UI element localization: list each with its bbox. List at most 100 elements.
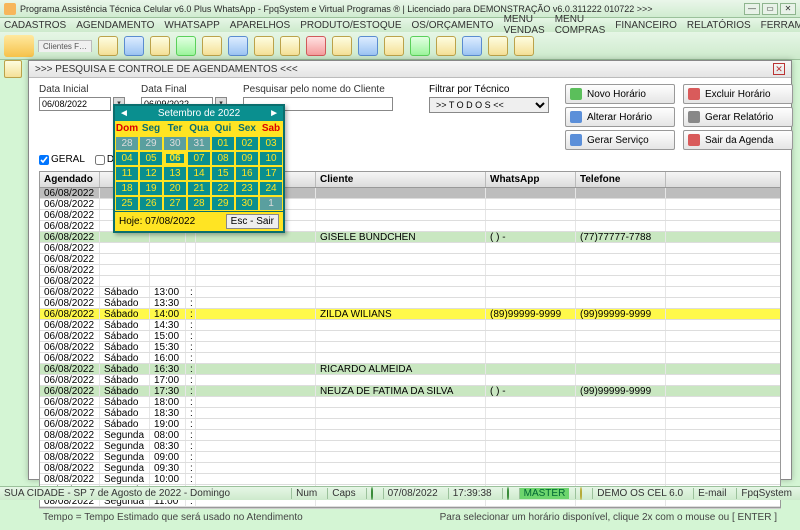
menu-whatsapp[interactable]: WHATSAPP	[164, 20, 219, 31]
excluir-horario-button[interactable]: Excluir Horário	[683, 84, 793, 104]
table-row[interactable]: 06/08/2022	[40, 265, 780, 276]
calendar-day[interactable]: 31	[188, 137, 210, 150]
toolbar-btn-3[interactable]	[150, 36, 170, 56]
calendar-day[interactable]: 29	[212, 197, 234, 210]
table-row[interactable]: 06/08/2022Sábado13:30:	[40, 298, 780, 309]
col-cliente[interactable]: Cliente	[316, 172, 486, 187]
table-row[interactable]: 06/08/2022Sábado16:00:	[40, 353, 780, 364]
calendar-day[interactable]: 05	[140, 152, 162, 165]
menu-os/orçamento[interactable]: OS/ORÇAMENTO	[412, 20, 494, 31]
calendar-day[interactable]: 28	[188, 197, 210, 210]
calendar-day[interactable]: 30	[236, 197, 258, 210]
table-row[interactable]: 06/08/2022	[40, 276, 780, 287]
calendar-prev-button[interactable]: ◄	[119, 108, 129, 119]
filter-tecnico-select[interactable]: >> T O D O S <<	[429, 97, 549, 113]
menu-financeiro[interactable]: FINANCEIRO	[615, 20, 677, 31]
gerar-servico-button[interactable]: Gerar Serviço	[565, 130, 675, 150]
table-row[interactable]: 08/08/2022Segunda10:00:	[40, 474, 780, 485]
table-row[interactable]: 06/08/2022Sábado14:30:	[40, 320, 780, 331]
table-row[interactable]: 06/08/2022Sábado19:00:	[40, 419, 780, 430]
chk-geral-input[interactable]	[39, 155, 49, 165]
calendar-day[interactable]: 17	[260, 167, 282, 180]
table-row[interactable]: 06/08/2022Sábado18:30:	[40, 408, 780, 419]
table-row[interactable]: 06/08/2022Sábado16:30:RICARDO ALMEIDA	[40, 364, 780, 375]
table-row[interactable]: 06/08/2022GISELE BÜNDCHEN( ) -(77)77777-…	[40, 232, 780, 243]
table-row[interactable]: 06/08/2022Sábado15:30:	[40, 342, 780, 353]
toolbar-btn-12[interactable]	[384, 36, 404, 56]
menu-menu vendas[interactable]: MENU VENDAS	[504, 14, 545, 36]
side-icon-1[interactable]	[4, 60, 22, 78]
col-telefone[interactable]: Telefone	[576, 172, 666, 187]
calendar-day[interactable]: 22	[212, 182, 234, 195]
calendar-day[interactable]: 1	[260, 197, 282, 210]
toolbar-btn-2[interactable]	[124, 36, 144, 56]
workspace-close-button[interactable]: ✕	[773, 63, 785, 75]
window-maximize-button[interactable]: ▭	[762, 3, 778, 15]
chk-dispor-input[interactable]	[95, 155, 105, 165]
calendar-day[interactable]: 24	[260, 182, 282, 195]
calendar-day[interactable]: 19	[140, 182, 162, 195]
calendar-day[interactable]: 15	[212, 167, 234, 180]
table-row[interactable]: 08/08/2022Segunda09:00:	[40, 452, 780, 463]
calendar-day[interactable]: 18	[116, 182, 138, 195]
table-row[interactable]: 08/08/2022Segunda08:30:	[40, 441, 780, 452]
table-row[interactable]: 06/08/2022	[40, 254, 780, 265]
calendar-day[interactable]: 14	[188, 167, 210, 180]
toolbar-btn-9[interactable]	[306, 36, 326, 56]
tab-clientes[interactable]: Clientes F…	[38, 40, 92, 52]
col-whatsapp[interactable]: WhatsApp	[486, 172, 576, 187]
chk-geral[interactable]: GERAL	[39, 154, 85, 165]
toolbar-btn-5[interactable]	[202, 36, 222, 56]
people-icon[interactable]	[4, 35, 34, 57]
calendar-day[interactable]: 10	[260, 152, 282, 165]
novo-horario-button[interactable]: Novo Horário	[565, 84, 675, 104]
toolbar-btn-8[interactable]	[280, 36, 300, 56]
calendar-day[interactable]: 13	[164, 167, 186, 180]
calendar-day[interactable]: 26	[140, 197, 162, 210]
window-close-button[interactable]: ✕	[780, 3, 796, 15]
toolbar-btn-17[interactable]	[514, 36, 534, 56]
calendar-next-button[interactable]: ►	[269, 108, 279, 119]
toolbar-btn-11[interactable]	[358, 36, 378, 56]
toolbar-btn-10[interactable]	[332, 36, 352, 56]
table-row[interactable]: 06/08/2022	[40, 243, 780, 254]
table-row[interactable]: 06/08/2022Sábado13:00:	[40, 287, 780, 298]
calendar-day[interactable]: 06	[164, 152, 186, 165]
calendar-day[interactable]: 21	[188, 182, 210, 195]
sair-agenda-button[interactable]: Sair da Agenda	[683, 130, 793, 150]
status-fpq[interactable]: FpqSystem	[736, 488, 796, 499]
calendar-day[interactable]: 07	[188, 152, 210, 165]
gerar-relatorio-button[interactable]: Gerar Relatório	[683, 107, 793, 127]
calendar-day[interactable]: 09	[236, 152, 258, 165]
calendar-day[interactable]: 16	[236, 167, 258, 180]
calendar-day[interactable]: 02	[236, 137, 258, 150]
menu-produto/estoque[interactable]: PRODUTO/ESTOQUE	[300, 20, 401, 31]
calendar-day[interactable]: 23	[236, 182, 258, 195]
table-body[interactable]: 06/08/202206/08/202206/08/202206/08/2022…	[40, 188, 780, 507]
menu-relatórios[interactable]: RELATÓRIOS	[687, 20, 751, 31]
table-row[interactable]: 06/08/2022Sábado18:00:	[40, 397, 780, 408]
table-row[interactable]: 06/08/2022Sábado17:30:NEUZA DE FATIMA DA…	[40, 386, 780, 397]
calendar-day[interactable]: 27	[164, 197, 186, 210]
calendar-day[interactable]: 12	[140, 167, 162, 180]
status-email[interactable]: E-mail	[693, 488, 730, 499]
calendar-day[interactable]: 03	[260, 137, 282, 150]
calendar-day[interactable]: 20	[164, 182, 186, 195]
menu-cadastros[interactable]: CADASTROS	[4, 20, 66, 31]
table-row[interactable]: 06/08/2022Sábado14:00:ZILDA WILIANS(89)9…	[40, 309, 780, 320]
toolbar-btn-7[interactable]	[254, 36, 274, 56]
calendar-day[interactable]: 29	[140, 137, 162, 150]
calendar-day[interactable]: 04	[116, 152, 138, 165]
calendar-esc-button[interactable]: Esc - Sair	[226, 214, 279, 229]
toolbar-btn-15[interactable]	[462, 36, 482, 56]
toolbar-btn-4[interactable]	[176, 36, 196, 56]
menu-ferramentas[interactable]: FERRAMENTAS	[761, 20, 800, 31]
toolbar-btn-6[interactable]	[228, 36, 248, 56]
calendar-day[interactable]: 28	[116, 137, 138, 150]
menu-menu compras[interactable]: MENU COMPRAS	[555, 14, 606, 36]
menu-agendamento[interactable]: AGENDAMENTO	[76, 20, 154, 31]
window-minimize-button[interactable]: —	[744, 3, 760, 15]
menu-aparelhos[interactable]: APARELHOS	[230, 20, 290, 31]
table-row[interactable]: 08/08/2022Segunda08:00:	[40, 430, 780, 441]
calendar-day[interactable]: 30	[164, 137, 186, 150]
